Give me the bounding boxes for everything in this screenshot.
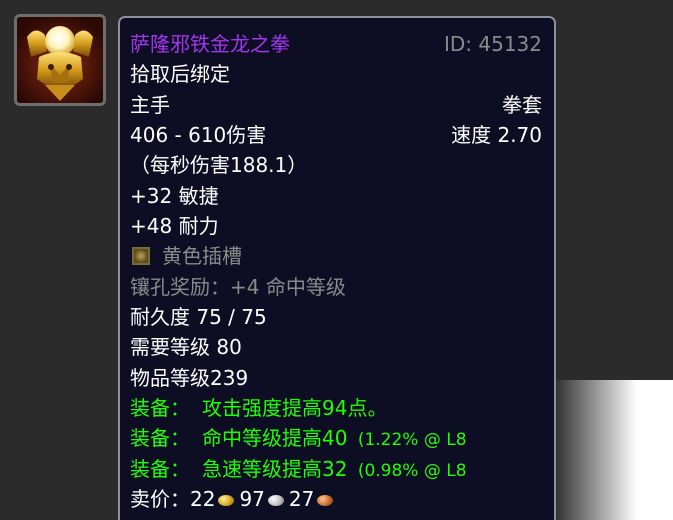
equip-effect-2: 装备： 命中等级提高40 (1.22% @ L8 (130, 424, 542, 452)
yellow-socket-icon (132, 247, 150, 265)
equip-prefix: 装备： (130, 396, 190, 420)
durability: 耐久度 75 / 75 (130, 305, 267, 329)
golden-dragon-fist-icon (17, 17, 103, 103)
corner-fade-overlay (553, 380, 673, 520)
socket-bonus: 镶孔奖励：+4 命中等级 (130, 275, 346, 299)
sell-price-label: 卖价： (130, 487, 190, 511)
sell-silver: 97 (239, 487, 265, 511)
equip-effect-1: 装备： 攻击强度提高94点。 (130, 394, 542, 422)
weapon-speed: 速度 2.70 (451, 123, 542, 147)
item-id: ID: 45132 (443, 32, 542, 56)
required-level: 需要等级 80 (130, 335, 242, 359)
equip-text: 急速等级提高32 (202, 457, 348, 481)
item-type: 拳套 (502, 93, 542, 117)
weapon-damage: 406 - 610伤害 (130, 123, 267, 147)
sell-copper: 27 (288, 487, 315, 511)
item-name[interactable]: 萨隆邪铁金龙之拳 (130, 32, 290, 56)
equip-detail: (0.98% @ L8 (357, 461, 467, 481)
damage-row: 406 - 610伤害 速度 2.70 (130, 121, 542, 149)
equip-effect-3: 装备： 急速等级提高32 (0.98% @ L8 (130, 455, 542, 483)
copper-coin-icon (317, 495, 334, 506)
equip-prefix: 装备： (130, 457, 190, 481)
item-level: 物品等级239 (130, 366, 249, 390)
item-icon[interactable] (14, 14, 106, 106)
item-tooltip: 萨隆邪铁金龙之拳 ID: 45132 拾取后绑定 主手 拳套 406 - 610… (118, 16, 556, 520)
stat-agility: +32 敏捷 (130, 184, 219, 208)
item-header: 萨隆邪铁金龙之拳 ID: 45132 (130, 30, 542, 58)
sell-gold: 22 (190, 487, 216, 511)
equip-prefix: 装备： (130, 426, 190, 450)
stat-stamina: +48 耐力 (130, 214, 219, 238)
slot-row: 主手 拳套 (130, 91, 542, 119)
item-slot: 主手 (130, 93, 170, 117)
sell-price-row: 卖价：22 97 27 (130, 485, 542, 513)
equip-text: 命中等级提高40 (202, 426, 348, 450)
bind-type: 拾取后绑定 (130, 62, 230, 86)
socket-label: 黄色插槽 (162, 244, 242, 268)
socket-row: 黄色插槽 (130, 242, 542, 270)
equip-detail: (1.22% @ L8 (357, 430, 467, 450)
silver-coin-icon (267, 495, 284, 506)
weapon-dps: （每秒伤害188.1） (130, 153, 308, 177)
equip-text: 攻击强度提高94点。 (202, 396, 388, 420)
gold-coin-icon (218, 495, 235, 506)
